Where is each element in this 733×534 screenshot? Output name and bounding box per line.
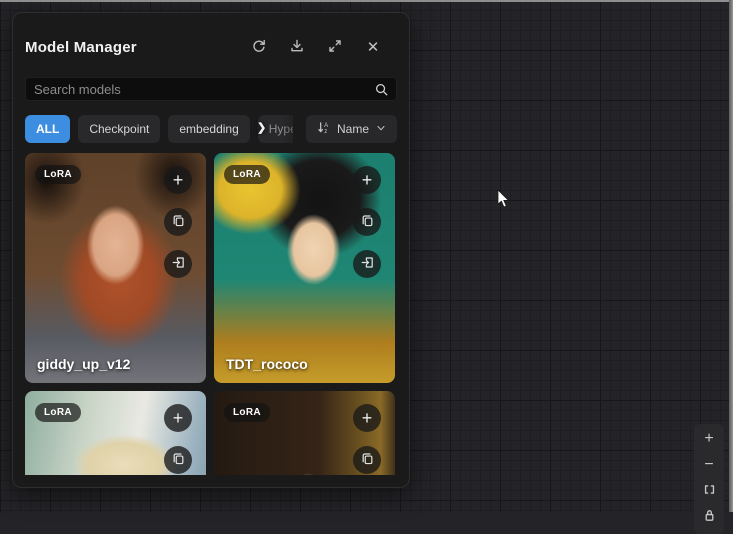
fit-view-button[interactable] bbox=[695, 479, 723, 503]
refresh-icon bbox=[251, 38, 267, 57]
import-icon bbox=[171, 255, 186, 273]
maximize-icon bbox=[327, 38, 343, 57]
svg-text:z: z bbox=[324, 128, 327, 135]
copy-icon bbox=[171, 213, 186, 231]
panel-title: Model Manager bbox=[25, 39, 137, 56]
download-button[interactable] bbox=[287, 37, 307, 57]
zoom-in-icon: + bbox=[704, 431, 713, 447]
search-input[interactable] bbox=[26, 78, 374, 100]
tab-checkpoint[interactable]: Checkpoint bbox=[78, 115, 160, 143]
model-list-viewport[interactable]: LoRA + bbox=[25, 153, 395, 475]
copy-model-button[interactable] bbox=[164, 208, 192, 236]
add-model-button[interactable]: + bbox=[164, 166, 192, 194]
tab-all[interactable]: ALL bbox=[25, 115, 70, 143]
model-type-badge: LoRA bbox=[35, 165, 81, 184]
copy-icon bbox=[171, 451, 186, 469]
model-manager-panel: Model Manager bbox=[12, 12, 410, 488]
add-model-button[interactable]: + bbox=[353, 404, 381, 432]
filter-tabs: ALL Checkpoint embedding Hypernetwork bbox=[25, 115, 293, 143]
zoom-in-button[interactable]: + bbox=[695, 427, 723, 451]
model-grid: LoRA + bbox=[25, 153, 395, 475]
copy-model-button[interactable] bbox=[353, 208, 381, 236]
card-actions: + bbox=[164, 166, 192, 278]
model-type-badge: LoRA bbox=[224, 165, 270, 184]
add-model-button[interactable]: + bbox=[164, 404, 192, 432]
model-name: TDT_rococo bbox=[226, 356, 308, 372]
copy-model-button[interactable] bbox=[353, 446, 381, 474]
model-type-badge: LoRA bbox=[224, 403, 270, 422]
header-actions: ✕ bbox=[249, 37, 397, 57]
toolbar-clipped-button[interactable] bbox=[695, 505, 723, 529]
plus-icon: + bbox=[362, 409, 373, 427]
model-card[interactable]: LoRA + bbox=[214, 153, 395, 383]
sort-az-icon: A z bbox=[316, 120, 331, 138]
window-frame-top bbox=[0, 0, 733, 2]
refresh-button[interactable] bbox=[249, 37, 269, 57]
plus-icon: + bbox=[173, 171, 184, 189]
tab-embedding[interactable]: embedding bbox=[168, 115, 249, 143]
model-type-badge: LoRA bbox=[35, 403, 81, 422]
panel-header: Model Manager bbox=[25, 35, 397, 59]
model-card[interactable]: LoRA + bbox=[214, 391, 395, 475]
model-name: giddy_up_v12 bbox=[37, 356, 130, 372]
window-frame-right bbox=[729, 0, 733, 512]
zoom-out-icon: − bbox=[704, 457, 713, 473]
model-card[interactable]: LoRA + bbox=[25, 153, 206, 383]
model-card[interactable]: LoRA + bbox=[25, 391, 206, 475]
add-model-button[interactable]: + bbox=[353, 166, 381, 194]
copy-icon bbox=[360, 213, 375, 231]
import-model-button[interactable] bbox=[353, 250, 381, 278]
zoom-out-button[interactable]: − bbox=[695, 453, 723, 477]
card-actions: + bbox=[164, 404, 192, 474]
search-box bbox=[25, 77, 397, 101]
import-icon bbox=[360, 255, 375, 273]
sort-label: Name bbox=[337, 122, 369, 136]
search-icon bbox=[374, 82, 389, 97]
copy-model-button[interactable] bbox=[164, 446, 192, 474]
close-button[interactable]: ✕ bbox=[363, 37, 383, 57]
filter-row: ALL Checkpoint embedding Hypernetwork A … bbox=[25, 115, 397, 143]
chevron-down-icon bbox=[375, 122, 387, 137]
canvas-zoom-toolbar: + − bbox=[694, 424, 724, 534]
download-icon bbox=[289, 38, 305, 57]
sort-button[interactable]: A z Name bbox=[306, 115, 397, 143]
plus-icon: + bbox=[173, 409, 184, 427]
close-icon: ✕ bbox=[367, 40, 380, 55]
import-model-button[interactable] bbox=[164, 250, 192, 278]
card-actions: + bbox=[353, 166, 381, 278]
maximize-button[interactable] bbox=[325, 37, 345, 57]
tabs-scroll-right-icon[interactable]: ❯ bbox=[257, 121, 266, 134]
copy-icon bbox=[360, 451, 375, 469]
clipped-icon bbox=[702, 508, 717, 527]
fit-view-icon bbox=[702, 482, 717, 501]
card-actions: + bbox=[353, 404, 381, 474]
plus-icon: + bbox=[362, 171, 373, 189]
